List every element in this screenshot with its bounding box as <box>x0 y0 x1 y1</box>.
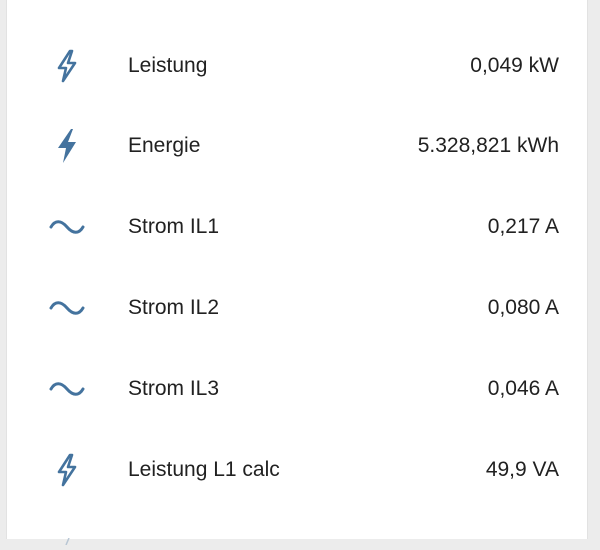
entity-value: 0,080 A <box>487 296 559 319</box>
entity-label: Leistung <box>128 54 208 77</box>
current-ac-icon <box>47 369 87 409</box>
partial-icon-cut-off <box>65 532 71 546</box>
flash-outline-icon <box>47 450 87 490</box>
entities-card: Leistung 0,049 kW Energie 5.328,821 kWh … <box>6 0 588 546</box>
entity-label: Strom IL1 <box>128 215 220 238</box>
entity-row-leistung[interactable]: Leistung 0,049 kW <box>7 40 587 92</box>
entity-value: 0,049 kW <box>470 54 559 77</box>
entity-label: Energie <box>128 134 201 157</box>
entity-label: Leistung L1 calc <box>128 458 280 481</box>
entity-row-strom-il1[interactable]: Strom IL1 0,217 A <box>7 201 587 253</box>
entity-label: Strom IL2 <box>128 296 220 319</box>
current-ac-icon <box>47 288 87 328</box>
entity-row-leistung-l1-calc[interactable]: Leistung L1 calc 49,9 VA <box>7 444 587 496</box>
entity-label: Strom IL3 <box>128 377 220 400</box>
entity-value: 0,217 A <box>487 215 559 238</box>
entity-value: 49,9 VA <box>485 458 559 481</box>
flash-icon <box>47 126 87 166</box>
entity-value: 5.328,821 kWh <box>417 134 559 157</box>
entity-row-energie[interactable]: Energie 5.328,821 kWh <box>7 120 587 172</box>
current-ac-icon <box>47 207 87 247</box>
entity-value: 0,046 A <box>487 377 559 400</box>
entity-row-strom-il2[interactable]: Strom IL2 0,080 A <box>7 282 587 334</box>
flash-outline-icon <box>47 46 87 86</box>
entity-row-strom-il3[interactable]: Strom IL3 0,046 A <box>7 363 587 415</box>
